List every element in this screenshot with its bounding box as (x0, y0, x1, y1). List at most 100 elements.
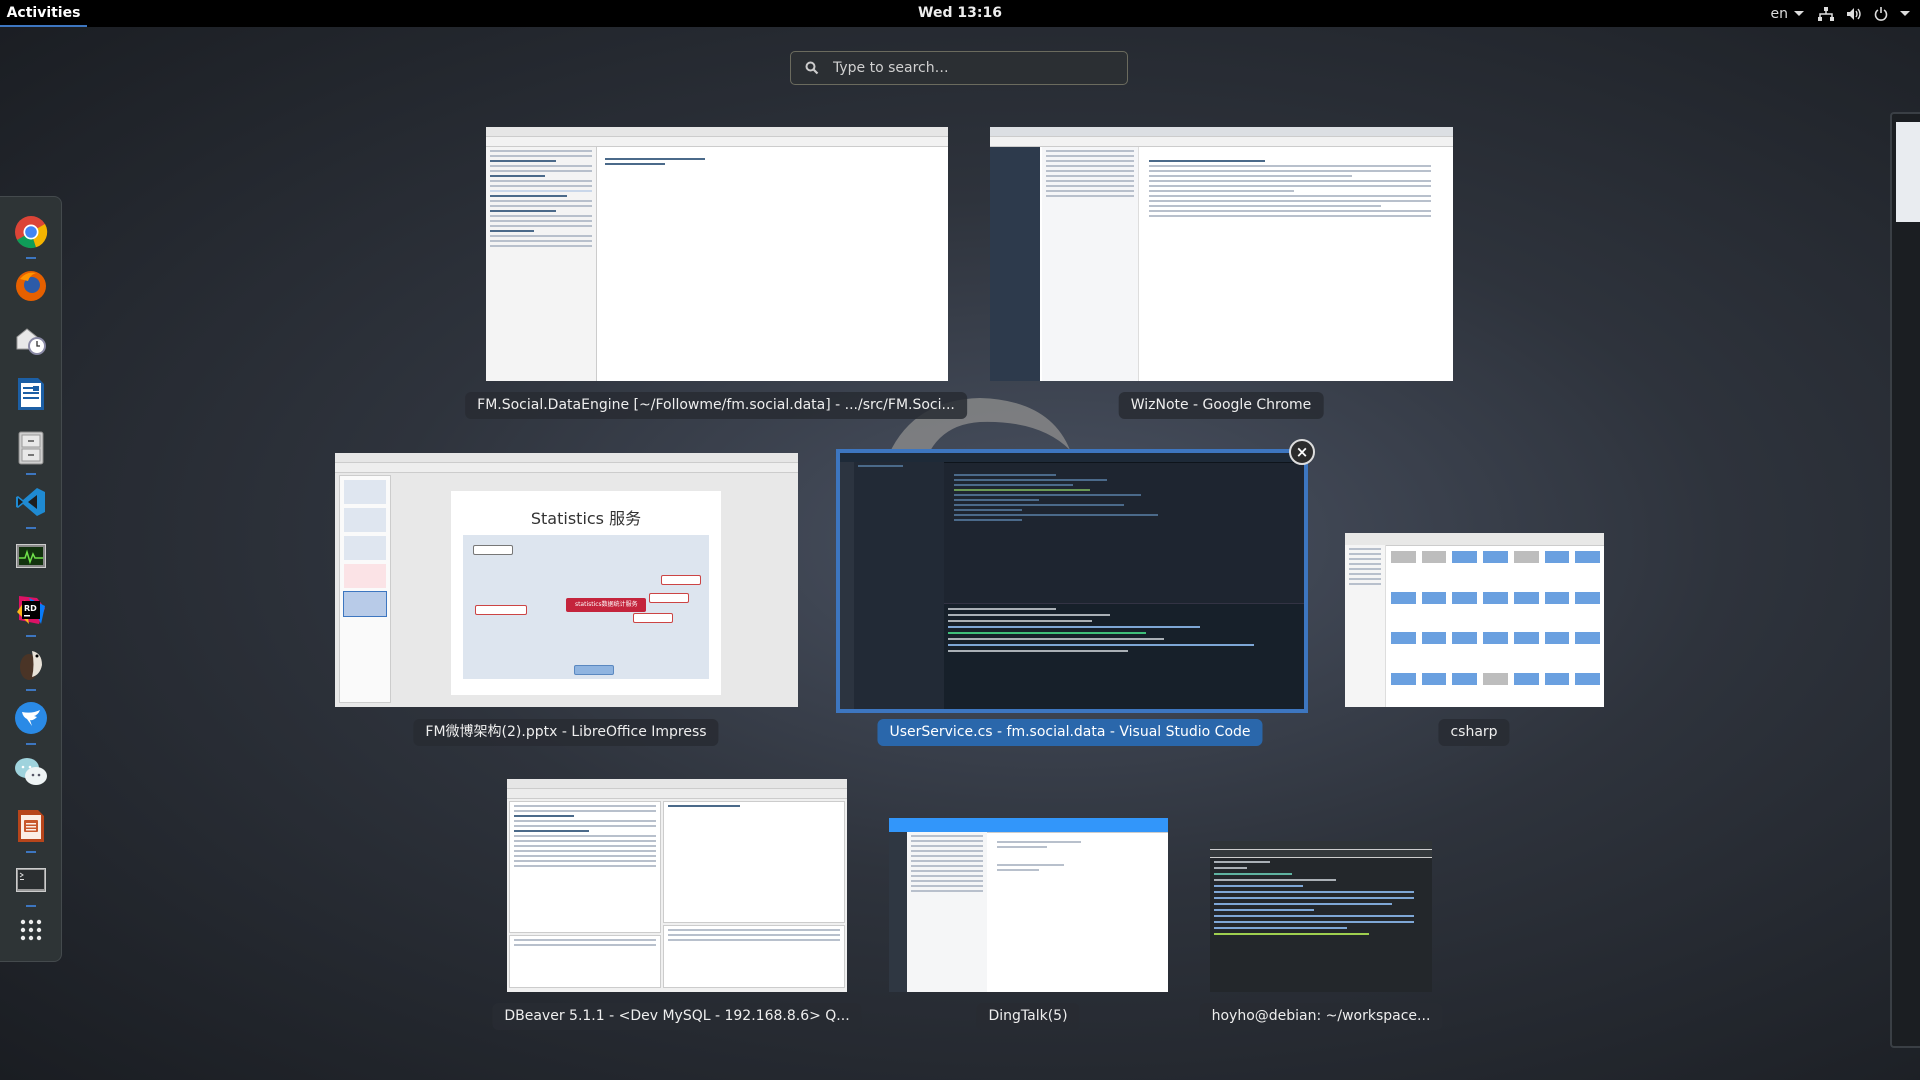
terminal-panel (944, 603, 1304, 709)
mindmap-node (573, 665, 614, 675)
window-toolbar (486, 137, 948, 147)
window-thumbnail-chrome[interactable] (990, 127, 1453, 381)
chat-area (993, 838, 1160, 874)
dbeaver-icon (20, 651, 42, 680)
slide-canvas: Statistics 服务 statistics数据统计服务 (451, 491, 721, 695)
window-thumbnail-impress[interactable]: Statistics 服务 statistics数据统计服务 (335, 453, 798, 707)
slide-panel (339, 475, 391, 703)
window-title-label[interactable]: csharp (1438, 719, 1510, 746)
window-thumbnail-rider[interactable] (486, 127, 948, 381)
system-tray: en (1770, 0, 1910, 27)
window-titlebar (990, 127, 1453, 137)
dock-item-dbeaver[interactable] (10, 643, 52, 691)
dock-item-firefox[interactable] (10, 265, 52, 307)
database-navigator (509, 801, 661, 933)
file-cabinet-icon (18, 431, 44, 465)
mindmap-node (661, 575, 701, 585)
mindmap-node (473, 545, 513, 555)
writer-icon (18, 378, 44, 410)
dock-item-wechat[interactable] (10, 751, 52, 793)
running-indicator (26, 527, 36, 529)
close-icon: × (1295, 443, 1309, 461)
dock-item-impress[interactable] (10, 805, 52, 853)
running-indicator (26, 473, 36, 475)
show-applications-button[interactable] (10, 909, 52, 951)
window-thumbnail-terminal[interactable] (1210, 841, 1432, 992)
window-titlebar (335, 453, 798, 463)
window-thumbnail-vscode[interactable] (836, 449, 1308, 713)
activity-bar (840, 462, 854, 709)
window-titlebar (889, 818, 1168, 833)
window-title-label[interactable]: WizNote - Google Chrome (1118, 392, 1324, 419)
volume-icon (1847, 7, 1861, 20)
running-indicator (26, 851, 36, 853)
dingtalk-icon (15, 702, 47, 734)
search-input[interactable] (831, 59, 1115, 77)
slide-title: Statistics 服务 (530, 509, 642, 528)
explorer-panel (854, 462, 944, 709)
window-title-label[interactable]: DingTalk(5) (976, 1003, 1080, 1030)
folder-grid (1391, 551, 1600, 703)
search-icon (805, 61, 819, 75)
window-titlebar (507, 779, 847, 789)
mindmap-node (649, 593, 689, 603)
dock-item-dingtalk[interactable] (10, 697, 52, 745)
window-titlebar (486, 127, 948, 137)
window-title-label[interactable]: DBeaver 5.1.1 - <Dev MySQL - 192.168.8.6… (492, 1003, 862, 1030)
code-editor (601, 155, 801, 168)
app-grid-icon (20, 919, 42, 941)
window-title-label[interactable]: FM微博架构(2).pptx - LibreOffice Impress (413, 719, 719, 746)
search-box[interactable] (790, 51, 1128, 85)
note-content (1145, 157, 1435, 220)
dock-item-chrome[interactable] (10, 211, 52, 259)
dock-item-writer[interactable] (10, 373, 52, 415)
window-title-label[interactable]: FM.Social.DataEngine [~/Followme/fm.soci… (465, 392, 967, 419)
running-indicator (26, 689, 36, 691)
rider-icon: RD (17, 596, 45, 624)
system-menu[interactable] (1818, 6, 1910, 21)
clock[interactable]: Wed 13:16 (918, 0, 1002, 27)
running-indicator (26, 905, 36, 907)
close-window-button[interactable]: × (1289, 439, 1315, 465)
workspace-thumbnail[interactable] (1890, 112, 1920, 1048)
wiznote-sidebar (990, 147, 1040, 381)
language-selector[interactable]: en (1770, 5, 1804, 22)
svg-text:RD: RD (24, 604, 37, 613)
project-panel (509, 935, 661, 988)
dock-item-evolution[interactable] (10, 319, 52, 361)
activities-button[interactable]: Activities (0, 0, 87, 27)
window-thumbnail-dingtalk[interactable] (889, 818, 1168, 992)
window-thumbnail-files[interactable] (1345, 533, 1604, 707)
language-label: en (1770, 5, 1789, 22)
code-editor (950, 471, 1290, 524)
sql-editor (663, 801, 845, 923)
dock-item-terminal[interactable] (10, 859, 52, 907)
chevron-down-icon (1794, 11, 1804, 16)
conversation-list (907, 832, 987, 992)
dash-dock: RD (0, 196, 62, 962)
chevron-down-icon (1900, 11, 1910, 16)
wechat-icon (15, 758, 47, 785)
network-wired-icon (1818, 6, 1834, 21)
dock-item-vscode[interactable] (10, 481, 52, 529)
impress-toolbar (335, 463, 798, 473)
top-bar: Activities Wed 13:16 en (0, 0, 1920, 27)
power-icon (1874, 6, 1888, 21)
mindmap: statistics数据统计服务 (463, 535, 709, 679)
window-thumbnail-dbeaver[interactable] (507, 779, 847, 992)
system-monitor-icon (16, 544, 46, 568)
window-title-label[interactable]: hoyho@debian: ~/workspace... (1199, 1003, 1443, 1030)
dock-item-rider[interactable]: RD (10, 589, 52, 637)
project-tree (486, 147, 597, 381)
running-indicator (26, 257, 36, 259)
running-indicator (26, 743, 36, 745)
dock-item-system-monitor[interactable] (10, 535, 52, 577)
workspace-window-preview (1896, 122, 1920, 222)
browser-toolbar (990, 137, 1453, 147)
mindmap-node (633, 613, 673, 623)
dock-item-files[interactable] (10, 427, 52, 475)
window-title-label[interactable]: UserService.cs - fm.social.data - Visual… (877, 719, 1263, 746)
terminal-icon (16, 868, 46, 892)
note-list (1042, 147, 1139, 381)
firefox-icon (16, 271, 46, 301)
